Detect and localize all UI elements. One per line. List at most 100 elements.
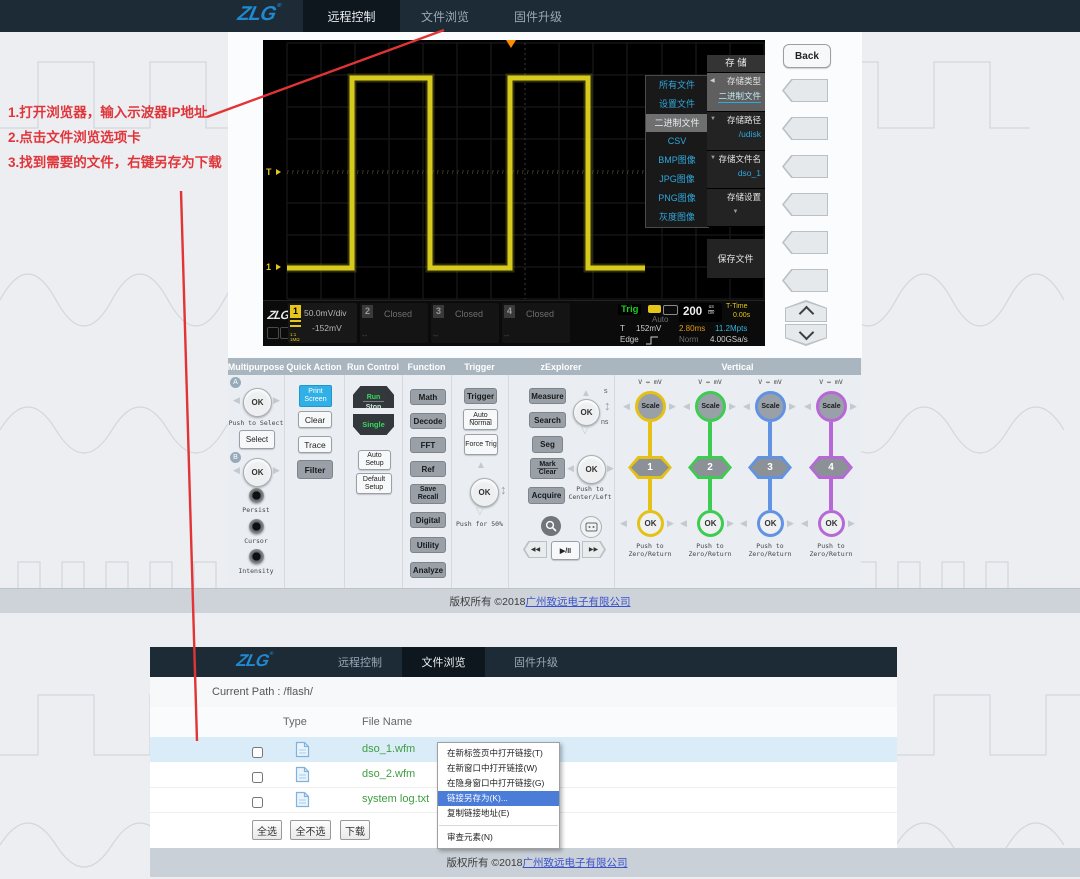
channel-1-button[interactable]: 1 <box>628 456 672 479</box>
decode-button[interactable]: Decode <box>410 413 446 429</box>
file-link[interactable]: dso_1.wfm <box>362 737 415 762</box>
zoom-up-icon[interactable]: ▲ <box>581 389 591 398</box>
offset-left-icon[interactable]: ◀ <box>620 519 627 528</box>
softkey-button-6[interactable] <box>782 269 828 292</box>
offset-right-icon[interactable]: ▶ <box>667 519 674 528</box>
save-file-button[interactable]: 保存文件 <box>707 239 765 279</box>
tab-remote-control[interactable]: 远程控制 <box>303 0 400 32</box>
channel4-status[interactable]: 4 Closed -- <box>502 303 570 343</box>
tab-remote-control[interactable]: 远程控制 <box>318 647 402 677</box>
seg-button[interactable]: Seg <box>532 436 563 453</box>
channel1-marker[interactable]: 1 <box>266 262 271 272</box>
offset-knob-ch3[interactable]: OK <box>757 510 784 537</box>
menu-item-copy-link[interactable]: 复制链接地址(E) <box>438 806 559 821</box>
pan-left-icon[interactable]: ◀ <box>567 464 574 473</box>
select-none-button[interactable]: 全不选 <box>290 820 331 840</box>
scale-right-icon[interactable]: ▶ <box>850 402 857 411</box>
softkey-button-4[interactable] <box>782 193 828 216</box>
menu-item-open-incognito[interactable]: 在隐身窗口中打开链接(G) <box>438 776 559 791</box>
multipurpose-knob-a[interactable]: OK <box>243 388 272 417</box>
trigger-level-knob[interactable]: OK <box>470 478 499 507</box>
save-settings-item[interactable]: 存储设置 ▼ <box>707 189 765 227</box>
utility-button[interactable]: Utility <box>410 537 446 553</box>
save-recall-button[interactable]: Save Recall <box>410 484 446 504</box>
select-button[interactable]: Select <box>239 430 275 449</box>
measure-button[interactable]: Measure <box>529 388 566 404</box>
keypad-button[interactable] <box>580 516 602 538</box>
zexplorer-scale-knob[interactable]: OK <box>573 399 600 426</box>
file-type-item-settings[interactable]: 设置文件 <box>646 95 708 114</box>
file-type-item-csv[interactable]: CSV <box>646 132 708 151</box>
scale-left-icon[interactable]: ◀ <box>743 402 750 411</box>
tab-file-browse[interactable]: 文件浏览 <box>403 0 487 32</box>
company-link[interactable]: 广州致远电子有限公司 <box>523 855 628 870</box>
offset-left-icon[interactable]: ◀ <box>801 519 808 528</box>
trig-level-down-icon[interactable]: ▽ <box>476 507 484 516</box>
softkey-button-2[interactable] <box>782 117 828 140</box>
fft-button[interactable]: FFT <box>410 437 446 453</box>
trace-button[interactable]: Trace <box>298 436 332 453</box>
scale-knob-ch2[interactable]: Scale <box>695 391 726 422</box>
pan-right-icon[interactable]: ▶ <box>607 464 614 473</box>
knob-b-right-arrow-icon[interactable]: ▶ <box>273 466 280 475</box>
intensity-knob[interactable] <box>249 549 264 564</box>
play-pause-button[interactable]: ▶/II <box>551 541 580 560</box>
trig-level-up-icon[interactable]: ▲ <box>476 461 486 470</box>
knob-b-left-arrow-icon[interactable]: ◀ <box>233 466 240 475</box>
trigger-level-marker[interactable]: T <box>266 167 272 177</box>
tab-firmware-upgrade[interactable]: 固件升级 <box>496 0 580 32</box>
channel1-status[interactable]: 1 50.0mV/div -152mV 1:11MΩ <box>288 303 357 343</box>
file-type-item-bmp[interactable]: BMP图像 <box>646 151 708 170</box>
offset-left-icon[interactable]: ◀ <box>740 519 747 528</box>
print-screen-button[interactable]: Print Screen <box>299 385 332 407</box>
channel-2-button[interactable]: 2 <box>688 456 732 479</box>
file-type-item-all[interactable]: 所有文件 <box>646 76 708 95</box>
tab-file-browse[interactable]: 文件浏览 <box>402 647 485 677</box>
softkey-button-3[interactable] <box>782 155 828 178</box>
channel3-status[interactable]: 3 Closed -- <box>431 303 499 343</box>
file-type-item-gray[interactable]: 灰度图像 <box>646 208 708 227</box>
digital-button[interactable]: Digital <box>410 512 446 528</box>
save-type-item[interactable]: ◀ 存储类型 二进制文件 <box>707 73 765 112</box>
knob-a-left-arrow-icon[interactable]: ◀ <box>233 396 240 405</box>
persist-knob[interactable] <box>249 488 264 503</box>
file-type-item-binary[interactable]: 二进制文件 <box>646 114 708 133</box>
tab-firmware-upgrade[interactable]: 固件升级 <box>495 647 577 677</box>
auto-setup-button[interactable]: Auto Setup <box>358 450 391 470</box>
file-link[interactable]: system log.txt <box>362 787 429 812</box>
force-trig-button[interactable]: Force Trig <box>464 434 498 455</box>
file-type-item-png[interactable]: PNG图像 <box>646 189 708 208</box>
run-stop-button[interactable]: Run Stop <box>353 386 394 408</box>
offset-right-icon[interactable]: ▶ <box>727 519 734 528</box>
zexplorer-pan-knob[interactable]: OK <box>577 455 606 484</box>
zoom-down-icon[interactable]: ▽ <box>581 426 589 435</box>
menu-item-save-link-as[interactable]: 链接另存为(K)... <box>438 791 559 806</box>
filter-button[interactable]: Filter <box>297 460 333 479</box>
file-link[interactable]: dso_2.wfm <box>362 762 415 787</box>
offset-right-icon[interactable]: ▶ <box>787 519 794 528</box>
scale-knob-ch4[interactable]: Scale <box>816 391 847 422</box>
channel2-status[interactable]: 2 Closed -- <box>360 303 428 343</box>
softkey-button-1[interactable] <box>782 79 828 102</box>
math-button[interactable]: Math <box>410 389 446 405</box>
back-button[interactable]: Back <box>783 44 831 68</box>
menu-item-open-new-tab[interactable]: 在新标签页中打开链接(T) <box>438 746 559 761</box>
download-button[interactable]: 下载 <box>340 820 370 840</box>
trigger-menu-button[interactable]: Trigger <box>464 388 497 404</box>
menu-item-inspect[interactable]: 审查元素(N) <box>438 830 559 845</box>
analyze-button[interactable]: Analyze <box>410 562 446 578</box>
offset-knob-ch2[interactable]: OK <box>697 510 724 537</box>
file-type-item-jpg[interactable]: JPG图像 <box>646 170 708 189</box>
scale-knob-ch1[interactable]: Scale <box>635 391 666 422</box>
save-path-item[interactable]: ▼ 存储路径 /udisk <box>707 112 765 151</box>
cursor-knob[interactable] <box>249 519 264 534</box>
offset-left-icon[interactable]: ◀ <box>680 519 687 528</box>
ref-button[interactable]: Ref <box>410 461 446 477</box>
menu-item-open-new-window[interactable]: 在新窗口中打开链接(W) <box>438 761 559 776</box>
offset-right-icon[interactable]: ▶ <box>848 519 855 528</box>
channel-3-button[interactable]: 3 <box>748 456 792 479</box>
default-setup-button[interactable]: Default Setup <box>356 473 392 494</box>
search-button[interactable]: Search <box>529 412 566 428</box>
select-all-button[interactable]: 全选 <box>252 820 282 840</box>
channel-4-button[interactable]: 4 <box>809 456 853 479</box>
